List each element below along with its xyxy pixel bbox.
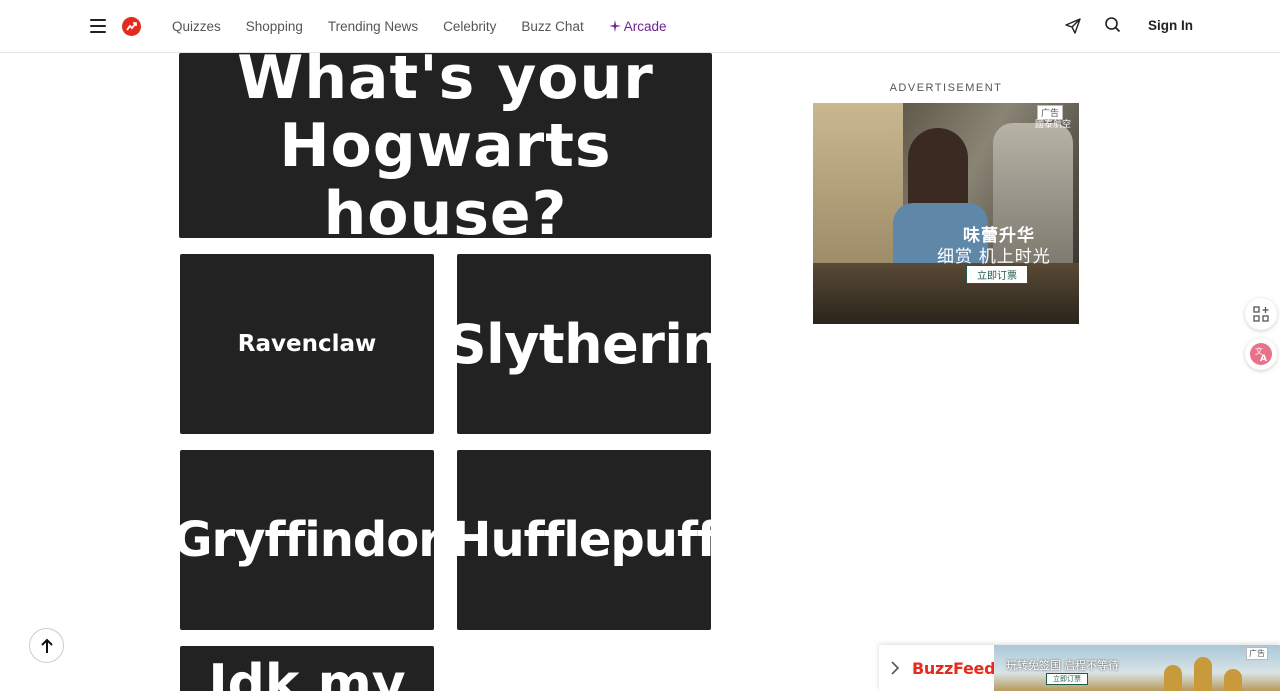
translate-icon[interactable]: 文A <box>1245 338 1277 370</box>
ad-brand: 國泰航空 <box>1034 119 1071 129</box>
chevron-right-icon[interactable] <box>889 660 901 676</box>
main-nav: Quizzes Shopping Trending News Celebrity… <box>172 0 691 52</box>
sparkle-icon <box>608 20 621 32</box>
quiz-option-label: Idk my <box>208 654 406 691</box>
quiz-option-slytherin[interactable]: Slytherin <box>457 254 711 434</box>
site-header: Quizzes Shopping Trending News Celebrity… <box>0 0 1280 53</box>
nav-shopping[interactable]: Shopping <box>246 19 303 34</box>
send-icon[interactable] <box>1064 17 1082 35</box>
ad-subline: 细赏 机上时光 <box>937 247 1051 266</box>
advertisement-banner[interactable]: 广告 國泰航空 味蕾升华 细赏 机上时光 立即订票 <box>813 103 1079 324</box>
nav-celebrity[interactable]: Celebrity <box>443 19 496 34</box>
quiz-option-idk[interactable]: Idk my <box>180 646 434 691</box>
nav-trending-news[interactable]: Trending News <box>328 19 418 34</box>
quiz-option-label: Ravenclaw <box>237 331 377 357</box>
advertisement-label: ADVERTISEMENT <box>889 82 1003 94</box>
ad-image-temple <box>1224 669 1242 691</box>
nav-arcade-label: Arcade <box>623 18 667 34</box>
ad-image-temple <box>1164 665 1182 691</box>
menu-icon[interactable] <box>90 19 107 33</box>
search-icon[interactable] <box>1104 16 1122 34</box>
quiz-option-label: Gryffindor <box>180 512 434 568</box>
sticky-ad-banner[interactable]: 玩转免签国 启程不等待 立即订票 广告 <box>994 645 1280 691</box>
quiz-title: What's your Hogwarts house? <box>237 53 654 238</box>
buzzfeed-logo-icon[interactable] <box>122 17 141 36</box>
sticky-bottom-ad[interactable]: BuzzFeed 玩转免签国 启程不等待 立即订票 广告 <box>879 645 1280 691</box>
qr-add-icon[interactable] <box>1245 298 1277 330</box>
ad-image-table <box>813 263 1079 324</box>
sticky-ad-brand: BuzzFeed <box>912 659 996 678</box>
ad-cta-button[interactable]: 立即订票 <box>966 265 1028 284</box>
sign-in-button[interactable]: Sign In <box>1148 18 1193 33</box>
arrow-up-icon <box>40 638 53 653</box>
sticky-ad-badge[interactable]: 广告 <box>1246 647 1268 660</box>
ad-image-temple <box>1194 657 1212 691</box>
quiz-option-ravenclaw[interactable]: Ravenclaw <box>180 254 434 434</box>
quiz-option-hufflepuff[interactable]: Hufflepuff <box>457 450 711 630</box>
quiz-option-gryffindor[interactable]: Gryffindor <box>180 450 434 630</box>
nav-arcade[interactable]: Arcade <box>608 18 667 34</box>
quiz-title-tile: What's your Hogwarts house? <box>179 53 712 238</box>
nav-buzz-chat[interactable]: Buzz Chat <box>521 19 583 34</box>
quiz-option-label: Slytherin <box>457 312 711 376</box>
sticky-ad-cta[interactable]: 立即订票 <box>1046 673 1088 685</box>
sticky-ad-text: 玩转免签国 启程不等待 <box>1006 660 1120 672</box>
quiz-option-label: Hufflepuff <box>457 512 711 568</box>
svg-text:A: A <box>1260 354 1267 364</box>
back-to-top-button[interactable] <box>29 628 64 663</box>
nav-quizzes[interactable]: Quizzes <box>172 19 221 34</box>
